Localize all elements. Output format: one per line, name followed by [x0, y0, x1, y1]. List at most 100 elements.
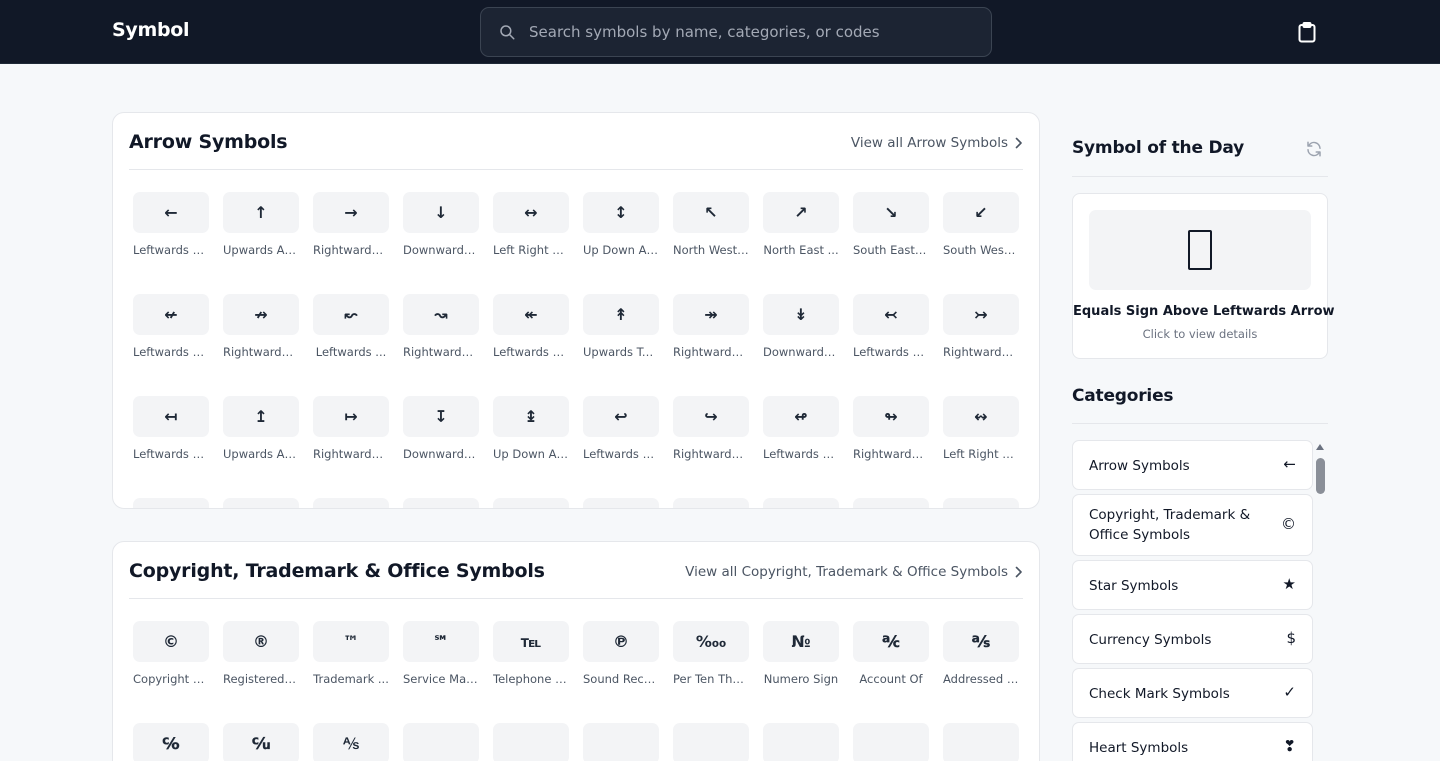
symbol-card[interactable]: ℠ Service Mar... — [403, 621, 479, 686]
symbol-card[interactable]: ↤ Leftwards A... — [133, 396, 209, 461]
symbol-card[interactable]: ℆Each — [223, 723, 299, 761]
symbol-card[interactable]: → Rightwards ... — [313, 192, 389, 257]
symbol-card[interactable]: ↦ Rightwards ... — [313, 396, 389, 461]
symbol-card[interactable]: ↷Clockwise T... — [943, 498, 1019, 508]
symbol-card[interactable]: ℅Care Of — [133, 723, 209, 761]
symbol-card[interactable]: ↥ Upwards Ar... — [223, 396, 299, 461]
symbol-card[interactable]: Paperclip — [853, 723, 929, 761]
symbol-label: Rightwards ... — [223, 345, 299, 359]
symbol-card[interactable]: ↵Enter Symbol — [763, 498, 839, 508]
symbol-card[interactable]: ↬ Rightwards ... — [853, 396, 929, 461]
symbol-glyph: ℠ — [403, 621, 479, 662]
symbol-card[interactable]: File Folder — [493, 723, 569, 761]
symbol-card[interactable]: ↑ Upwards Ar... — [223, 192, 299, 257]
symbol-card[interactable]: ↴Rightwards ... — [673, 498, 749, 508]
symbol-glyph: ↥ — [223, 396, 299, 437]
symbol-label: Per Ten Tho... — [673, 672, 749, 686]
symbol-name: Equals Sign Above Leftwards Arrow — [1073, 304, 1335, 319]
clipboard-icon — [1298, 21, 1316, 42]
scroll-up-icon[interactable] — [1316, 444, 1324, 450]
symbol-glyph — [583, 723, 659, 761]
symbol-card[interactable]: ↧ Downwards ... — [403, 396, 479, 461]
category-item-heart-symbols[interactable]: Heart Symbols ❣ — [1072, 722, 1313, 761]
symbol-card[interactable]: ® Registered S... — [223, 621, 299, 686]
symbol-card[interactable]: ↰Upwards Ar... — [313, 498, 389, 508]
symbol-card[interactable]: ℀ Account Of — [853, 621, 929, 686]
symbol-card[interactable]: ↠ Rightwards ... — [673, 294, 749, 359]
symbol-card[interactable]: ↨ Up Down Ar... — [493, 396, 569, 461]
category-symbol-icon: ✓ — [1283, 683, 1296, 701]
symbol-card[interactable]: № Numero Sign — [763, 621, 839, 686]
symbol-card[interactable]: ↙ South West ... — [943, 192, 1019, 257]
symbol-card[interactable]: ↱Upwards Ar... — [403, 498, 479, 508]
category-item-arrow-symbols[interactable]: Arrow Symbols ← — [1072, 440, 1313, 490]
symbol-card[interactable]: © Copyright S... — [133, 621, 209, 686]
view-all-arrow-link[interactable]: View all Arrow Symbols — [851, 135, 1023, 151]
symbol-card[interactable]: ↛ Rightwards ... — [223, 294, 299, 359]
symbol-card[interactable]: ↩ Leftwards A... — [583, 396, 659, 461]
category-item-currency-symbols[interactable]: Currency Symbols $ — [1072, 614, 1313, 664]
symbol-card[interactable]: ↗ North East ... — [763, 192, 839, 257]
symbol-glyph: ℁ — [943, 621, 1019, 662]
symbol-card[interactable]: ℗ Sound Recor... — [583, 621, 659, 686]
symbol-glyph: ℀ — [853, 621, 929, 662]
symbol-label: North West ... — [673, 243, 749, 257]
symbol-card[interactable]: ↟ Upwards Tw... — [583, 294, 659, 359]
symbol-card[interactable]: ↔ Left Right A... — [493, 192, 569, 257]
symbol-card[interactable]: ℁ Addressed T... — [943, 621, 1019, 686]
symbol-label: Sound Recor... — [583, 672, 659, 686]
site-logo[interactable]: Symbol — [112, 19, 190, 41]
symbol-card[interactable]: ℡ Telephone Si... — [493, 621, 569, 686]
symbol-card[interactable]: ↲Downwards ... — [493, 498, 569, 508]
symbol-card[interactable]: ↪ Rightwards ... — [673, 396, 749, 461]
symbol-card[interactable]: ↯Downwards ... — [223, 498, 299, 508]
symbol-card[interactable]: ↚ Leftwards A... — [133, 294, 209, 359]
view-all-copyright-link[interactable]: View all Copyright, Trademark & Office S… — [685, 564, 1023, 580]
categories-title: Categories — [1072, 386, 1174, 406]
symbol-card[interactable]: ↝ Rightwards ... — [403, 294, 479, 359]
symbol-card[interactable]: Clipboard — [763, 723, 839, 761]
symbol-card[interactable]: ↢ Leftwards A... — [853, 294, 929, 359]
symbol-card[interactable]: ↮Left Right A... — [133, 498, 209, 508]
symbol-card[interactable]: ↓ Downwards ... — [403, 192, 479, 257]
scrollbar-thumb[interactable] — [1316, 458, 1325, 494]
symbol-card[interactable]: ↞ Leftwards T... — [493, 294, 569, 359]
search-input[interactable] — [529, 8, 979, 56]
missing-glyph-icon — [1188, 230, 1212, 270]
symbol-card[interactable]: ⅍Aktieselskab — [313, 723, 389, 761]
symbol-card[interactable]: Briefcase — [403, 723, 479, 761]
symbol-glyph: ↙ — [943, 192, 1019, 233]
symbol-card[interactable]: ↶Anticlockwis... — [853, 498, 929, 508]
symbol-card[interactable]: ↣ Rightwards ... — [943, 294, 1019, 359]
symbol-label: Leftwards A... — [133, 447, 209, 461]
symbol-card[interactable]: ↜ Leftwards ... — [313, 294, 389, 359]
symbol-card[interactable]: ™ Trademark ... — [313, 621, 389, 686]
symbol-of-the-day-card[interactable]: Equals Sign Above Leftwards Arrow Click … — [1072, 193, 1335, 359]
symbol-glyph — [853, 723, 929, 761]
symbol-card[interactable]: ‱ Per Ten Tho... — [673, 621, 749, 686]
symbol-card[interactable]: Tear-off Cal... — [673, 723, 749, 761]
symbol-card[interactable]: ↡ Downwards ... — [763, 294, 839, 359]
search-box[interactable] — [480, 7, 992, 57]
symbol-card[interactable]: ↭ Left Right W... — [943, 396, 1019, 461]
category-item-copyright-trademark-and-office-symbols[interactable]: Copyright, Trademark & Office Symbols © — [1072, 494, 1313, 556]
symbol-card[interactable]: ↘ South East ... — [853, 192, 929, 257]
symbol-label: Rightwards ... — [943, 345, 1019, 359]
symbol-card[interactable]: ↖ North West ... — [673, 192, 749, 257]
symbol-glyph: ‱ — [673, 621, 749, 662]
symbol-glyph: ↛ — [223, 294, 299, 335]
symbol-card[interactable]: ← Leftwards A... — [133, 192, 209, 257]
symbol-label: Rightwards ... — [313, 447, 389, 461]
symbol-card[interactable]: ↳Downwards ... — [583, 498, 659, 508]
symbol-card[interactable]: ↫ Leftwards A... — [763, 396, 839, 461]
clipboard-button[interactable] — [1296, 21, 1318, 43]
symbol-card[interactable]: Open File Fo... — [583, 723, 659, 761]
refresh-button[interactable] — [1305, 140, 1323, 158]
symbol-glyph: ↟ — [583, 294, 659, 335]
symbol-grid: ← Leftwards A... ↑ Upwards Ar... → Rightwards… — [133, 192, 1019, 508]
symbol-card[interactable]: Push Pin — [943, 723, 1019, 761]
symbol-label: Rightwards ... — [673, 447, 749, 461]
category-item-star-symbols[interactable]: Star Symbols ★ — [1072, 560, 1313, 610]
symbol-card[interactable]: ↕ Up Down Ar... — [583, 192, 659, 257]
category-item-check-mark-symbols[interactable]: Check Mark Symbols ✓ — [1072, 668, 1313, 718]
